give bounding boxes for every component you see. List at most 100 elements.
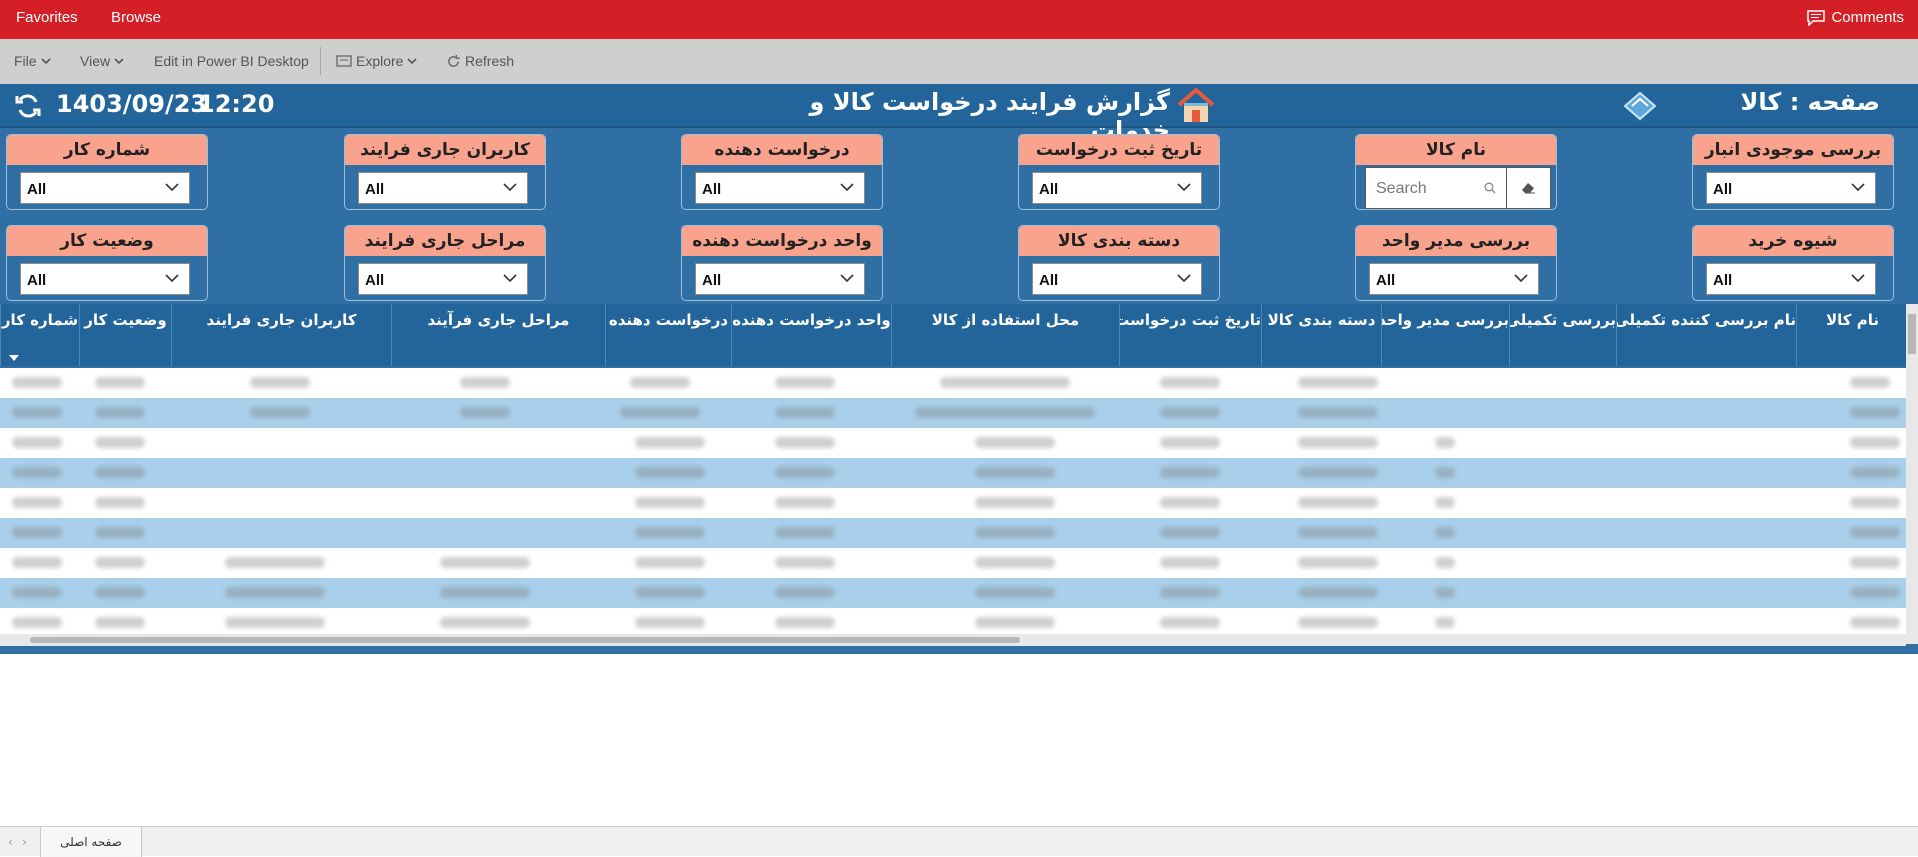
slicer-label: وضعیت کار xyxy=(7,226,207,256)
slicer-value: All xyxy=(1039,272,1059,289)
sort-descending-icon[interactable] xyxy=(8,354,20,362)
slicer-dropdown[interactable]: All xyxy=(1369,263,1539,295)
file-menu[interactable]: File xyxy=(14,53,51,69)
search-placeholder: Search xyxy=(1376,180,1427,197)
chevron-down-icon xyxy=(503,183,517,192)
column-header[interactable]: دسته بندی کالا xyxy=(1261,304,1381,366)
slicer-requesting-unit: واحد درخواست دهنده All xyxy=(681,225,883,301)
view-menu[interactable]: View xyxy=(80,53,124,69)
slicer-label: شماره کار xyxy=(7,135,207,165)
slicer-value: All xyxy=(1713,272,1733,289)
slicer-job-status: وضعیت کار All xyxy=(6,225,208,301)
slicer-value: All xyxy=(27,272,47,289)
slicer-label: شیوه خرید xyxy=(1693,226,1893,256)
chevron-down-icon xyxy=(1851,274,1865,283)
table-row[interactable] xyxy=(0,368,1906,398)
column-header[interactable]: تاریخ ثبت درخواست xyxy=(1119,304,1261,366)
slicer-dropdown[interactable]: All xyxy=(695,172,865,204)
next-page-arrow-icon[interactable]: › xyxy=(22,835,27,849)
table-body xyxy=(0,368,1906,638)
slicer-dropdown[interactable]: All xyxy=(1032,263,1202,295)
table-row[interactable] xyxy=(0,518,1906,548)
table-row[interactable] xyxy=(0,548,1906,578)
table-row[interactable] xyxy=(0,488,1906,518)
slicer-dropdown[interactable]: All xyxy=(20,263,190,295)
slicer-current-stages: مراحل جاری فرایند All xyxy=(344,225,546,301)
scrollbar-thumb[interactable] xyxy=(1908,314,1916,354)
slicer-dropdown[interactable]: All xyxy=(358,172,528,204)
slicer-dropdown[interactable]: All xyxy=(1706,172,1876,204)
column-header[interactable]: کاربران جاری فرایند xyxy=(171,304,391,366)
column-header[interactable]: وضعیت کار xyxy=(79,304,171,366)
chevron-down-icon xyxy=(840,274,854,283)
horizontal-scrollbar[interactable] xyxy=(0,634,1906,646)
slicer-item-name: نام کالا Search xyxy=(1355,134,1557,210)
slicer-dropdown[interactable]: All xyxy=(358,263,528,295)
slicer-current-users: کاربران جاری فرایند All xyxy=(344,134,546,210)
explore-menu[interactable]: Explore xyxy=(336,53,418,69)
chevron-down-icon xyxy=(1851,183,1865,192)
search-input[interactable]: Search xyxy=(1365,167,1507,209)
report-date: 1403/09/23 xyxy=(56,90,208,118)
chevron-down-icon xyxy=(165,183,179,192)
slicer-label: بررسی موجودی انبار xyxy=(1693,135,1893,165)
page-tabs-bar: ‹ › صفحه اصلی xyxy=(0,826,1918,857)
clear-search-button[interactable] xyxy=(1507,167,1551,209)
slicer-job-number: شماره کار All xyxy=(6,134,208,210)
chevron-down-icon xyxy=(840,183,854,192)
slicer-item-category: دسته بندی کالا All xyxy=(1018,225,1220,301)
page-tab-main[interactable]: صفحه اصلی xyxy=(40,827,142,857)
edit-in-desktop-label: Edit in Power BI Desktop xyxy=(154,53,309,69)
column-header[interactable]: درخواست دهنده xyxy=(605,304,731,366)
vertical-scrollbar[interactable] xyxy=(1906,304,1918,644)
slicer-value: All xyxy=(702,272,722,289)
slicer-warehouse-check: بررسی موجودی انبار All xyxy=(1692,134,1894,210)
report-canvas: 1403/09/23 12:20 گزارش فرایند درخواست کا… xyxy=(0,84,1918,654)
slicer-purchase-method: شیوه خرید All xyxy=(1692,225,1894,301)
eraser-icon[interactable] xyxy=(1622,90,1658,122)
slicer-label: مراحل جاری فرایند xyxy=(345,226,545,256)
chevron-down-icon xyxy=(1177,274,1191,283)
prev-page-arrow-icon[interactable]: ‹ xyxy=(8,835,13,849)
view-menu-label: View xyxy=(80,53,111,69)
column-header[interactable]: نام بررسی کننده تکمیلی xyxy=(1616,304,1796,366)
column-header[interactable]: بررسی مدیر واحد xyxy=(1381,304,1509,366)
slicer-dropdown[interactable]: All xyxy=(695,263,865,295)
chevron-down-icon xyxy=(40,58,51,65)
table-header: نام کالا نام بررسی کننده تکمیلی بررسی تک… xyxy=(0,304,1918,366)
slicer-value: All xyxy=(365,272,385,289)
slicer-requester: درخواست دهنده All xyxy=(681,134,883,210)
table-row[interactable] xyxy=(0,398,1906,428)
comment-icon xyxy=(1807,9,1826,26)
table-row[interactable] xyxy=(0,428,1906,458)
column-header[interactable]: مراحل جاری فرآیند xyxy=(391,304,605,366)
slicer-value: All xyxy=(1376,272,1396,289)
slicer-dropdown[interactable]: All xyxy=(1706,263,1876,295)
search-icon xyxy=(1484,182,1496,194)
toolbar: File View Edit in Power BI Desktop Explo… xyxy=(0,39,1918,84)
comments-button[interactable]: Comments xyxy=(1807,9,1904,26)
slicer-dropdown[interactable]: All xyxy=(20,172,190,204)
home-icon[interactable] xyxy=(1176,86,1216,124)
sync-icon[interactable] xyxy=(14,92,42,120)
table-row[interactable] xyxy=(0,578,1906,608)
column-header[interactable]: واحد درخواست دهنده xyxy=(731,304,891,366)
column-header[interactable]: نام کالا xyxy=(1796,304,1908,366)
table-row[interactable] xyxy=(0,458,1906,488)
comments-label: Comments xyxy=(1831,9,1904,26)
scrollbar-thumb[interactable] xyxy=(30,637,1020,643)
slicer-manager-review: بررسی مدیر واحد All xyxy=(1355,225,1557,301)
slicer-label: تاریخ ثبت درخواست xyxy=(1019,135,1219,165)
edit-in-desktop-button[interactable]: Edit in Power BI Desktop xyxy=(154,53,309,69)
favorites-link[interactable]: Favorites xyxy=(16,9,78,26)
column-header[interactable]: بررسی تکمیلی xyxy=(1509,304,1616,366)
toolbar-divider xyxy=(320,47,321,75)
slicer-dropdown[interactable]: All xyxy=(1032,172,1202,204)
column-header[interactable]: محل استفاده از کالا xyxy=(891,304,1119,366)
chevron-down-icon xyxy=(407,58,418,65)
chevron-down-icon xyxy=(114,58,124,65)
refresh-button[interactable]: Refresh xyxy=(446,53,514,69)
slicer-value: All xyxy=(365,181,385,198)
chevron-down-icon xyxy=(165,274,179,283)
browse-link[interactable]: Browse xyxy=(111,9,161,26)
